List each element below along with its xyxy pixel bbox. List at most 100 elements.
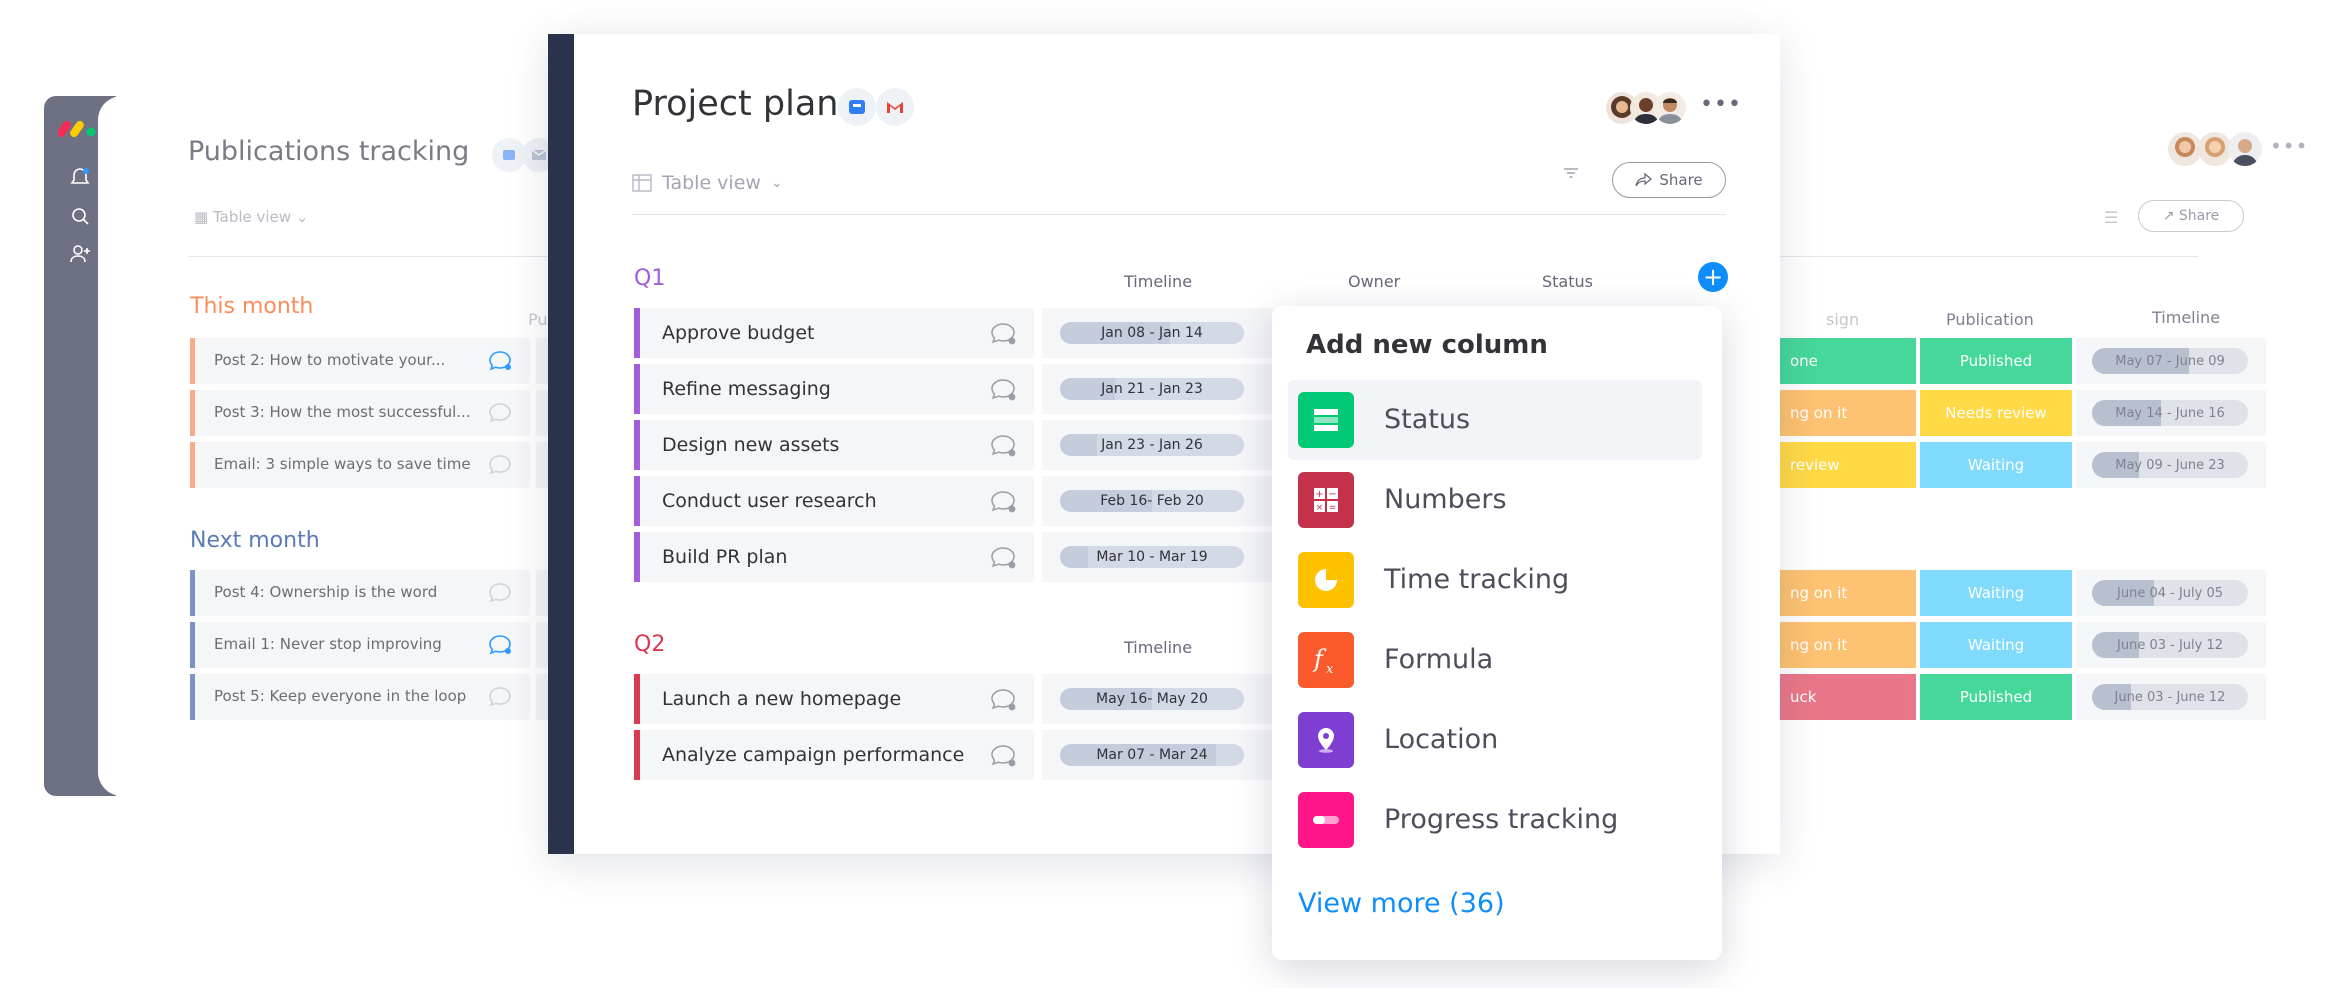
menu-title: Add new column: [1306, 330, 1548, 360]
publication-status-cell[interactable]: Published: [1920, 674, 2072, 720]
design-status-cell[interactable]: review: [1780, 442, 1916, 488]
timeline-cell[interactable]: May 07 - June 09: [2092, 348, 2248, 374]
comment-icon[interactable]: [990, 490, 1018, 514]
avatar[interactable]: [2168, 132, 2202, 166]
comment-icon[interactable]: [488, 582, 512, 604]
app-badge-icon: [838, 88, 876, 126]
table-view-selector[interactable]: ▦ Table view ⌄: [194, 208, 308, 226]
share-button[interactable]: ↗ Share: [2138, 200, 2244, 232]
comment-icon[interactable]: [488, 634, 512, 656]
comment-icon[interactable]: [990, 688, 1018, 712]
table-row[interactable]: Design new assets: [634, 420, 1034, 470]
timeline-cell[interactable]: Jan 21 - Jan 23: [1042, 364, 1274, 414]
timeline-cell[interactable]: June 03 - July 12: [2092, 632, 2248, 658]
design-status-cell[interactable]: ng on it: [1780, 390, 1916, 436]
add-column-button[interactable]: +: [1698, 262, 1728, 292]
list-item[interactable]: Email 1: Never stop improving: [190, 622, 530, 668]
timeline-cell[interactable]: Jan 08 - Jan 14: [1042, 308, 1274, 358]
timeline-cell[interactable]: Mar 07 - Mar 24: [1042, 730, 1274, 780]
numbers-icon: + − × =: [1298, 472, 1354, 528]
svg-text:×: ×: [1316, 503, 1324, 513]
comment-icon[interactable]: [990, 434, 1018, 458]
comment-icon[interactable]: [990, 322, 1018, 346]
filter-icon[interactable]: ☰: [2104, 208, 2118, 227]
comment-icon[interactable]: [488, 686, 512, 708]
search-icon[interactable]: [68, 204, 92, 228]
filter-icon[interactable]: [1562, 164, 1580, 187]
menu-item-status[interactable]: Status: [1288, 380, 1702, 460]
gmail-icon: [876, 88, 914, 126]
svg-text:f: f: [1312, 645, 1327, 673]
svg-text:=: =: [1329, 503, 1337, 513]
column-publication: Publication: [1946, 310, 2034, 329]
avatar[interactable]: [2198, 132, 2232, 166]
design-status-cell[interactable]: ng on it: [1780, 570, 1916, 616]
group-title-q1[interactable]: Q1: [634, 266, 665, 291]
table-row[interactable]: Conduct user research: [634, 476, 1034, 526]
menu-item-location[interactable]: Location: [1288, 700, 1702, 780]
design-status-cell[interactable]: uck: [1780, 674, 1916, 720]
svg-text:−: −: [1328, 489, 1336, 500]
column-design: sign: [1826, 310, 1860, 329]
timeline-cell[interactable]: May 16- May 20: [1042, 674, 1274, 724]
menu-item-numbers[interactable]: + − × = Numbers: [1288, 460, 1702, 540]
menu-item-progress-tracking[interactable]: Progress tracking: [1288, 780, 1702, 860]
menu-item-time-tracking[interactable]: Time tracking: [1288, 540, 1702, 620]
list-item[interactable]: Post 2: How to motivate your...: [190, 338, 530, 384]
list-item[interactable]: Post 3: How the most successful...: [190, 390, 530, 436]
design-status-cell[interactable]: ng on it: [1780, 622, 1916, 668]
timeline-cell[interactable]: May 14 - June 16: [2092, 400, 2248, 426]
column-timeline: Timeline: [2152, 308, 2221, 327]
table-icon: ▦: [194, 208, 213, 226]
comment-icon[interactable]: [488, 350, 512, 372]
board-title: Project plan: [632, 84, 839, 124]
comment-icon[interactable]: [990, 744, 1018, 768]
timeline-cell[interactable]: June 04 - July 05: [2092, 580, 2248, 606]
comment-icon[interactable]: [990, 546, 1018, 570]
group-title-this-month[interactable]: This month: [190, 294, 313, 319]
comment-icon[interactable]: [488, 454, 512, 476]
publication-status-cell[interactable]: Waiting: [1920, 570, 2072, 616]
list-item[interactable]: Email: 3 simple ways to save time: [190, 442, 530, 488]
list-item[interactable]: Post 4: Ownership is the word: [190, 570, 530, 616]
design-status-cell[interactable]: one: [1780, 338, 1916, 384]
column-owner: Owner: [1348, 272, 1401, 291]
bell-icon[interactable]: [68, 166, 92, 190]
timeline-cell[interactable]: Jan 23 - Jan 26: [1042, 420, 1274, 470]
publication-status-cell[interactable]: Waiting: [1920, 442, 2072, 488]
share-button[interactable]: Share: [1612, 162, 1726, 198]
comment-icon[interactable]: [488, 402, 512, 424]
table-row[interactable]: Build PR plan: [634, 532, 1034, 582]
invite-user-icon[interactable]: [68, 242, 92, 266]
monday-logo: [58, 120, 96, 138]
svg-text:+: +: [1315, 489, 1323, 500]
table-row[interactable]: Refine messaging: [634, 364, 1034, 414]
group-title-q2[interactable]: Q2: [634, 632, 665, 657]
board-sidebar-strip: [548, 34, 574, 854]
publication-status-cell[interactable]: Published: [1920, 338, 2072, 384]
group-title-next-month[interactable]: Next month: [190, 528, 320, 553]
timeline-cell[interactable]: June 03 - June 12: [2092, 684, 2248, 710]
avatar[interactable]: [1654, 92, 1686, 124]
menu-item-formula[interactable]: fx Formula: [1288, 620, 1702, 700]
list-item[interactable]: Post 5: Keep everyone in the loop: [190, 674, 530, 720]
column-status: Status: [1542, 272, 1593, 291]
table-row[interactable]: Approve budget: [634, 308, 1034, 358]
timeline-cell[interactable]: Mar 10 - Mar 19: [1042, 532, 1274, 582]
timeline-cell[interactable]: May 09 - June 23: [2092, 452, 2248, 478]
add-column-menu: Add new column Status + − × = Numbers Time …: [1272, 306, 1722, 960]
more-options-icon[interactable]: •••: [2270, 134, 2308, 158]
more-options-icon[interactable]: •••: [1700, 92, 1742, 117]
share-icon: [1635, 172, 1653, 187]
table-row[interactable]: Launch a new homepage: [634, 674, 1034, 724]
chevron-down-icon: ⌄: [291, 208, 309, 226]
avatar[interactable]: [2228, 132, 2262, 166]
svg-text:x: x: [1326, 662, 1334, 677]
timeline-cell[interactable]: Feb 16- Feb 20: [1042, 476, 1274, 526]
table-row[interactable]: Analyze campaign performance: [634, 730, 1034, 780]
table-view-selector[interactable]: Table view ⌄: [632, 172, 783, 194]
comment-icon[interactable]: [990, 378, 1018, 402]
publication-status-cell[interactable]: Waiting: [1920, 622, 2072, 668]
publication-status-cell[interactable]: Needs review: [1920, 390, 2072, 436]
view-more-link[interactable]: View more (36): [1298, 888, 1505, 919]
